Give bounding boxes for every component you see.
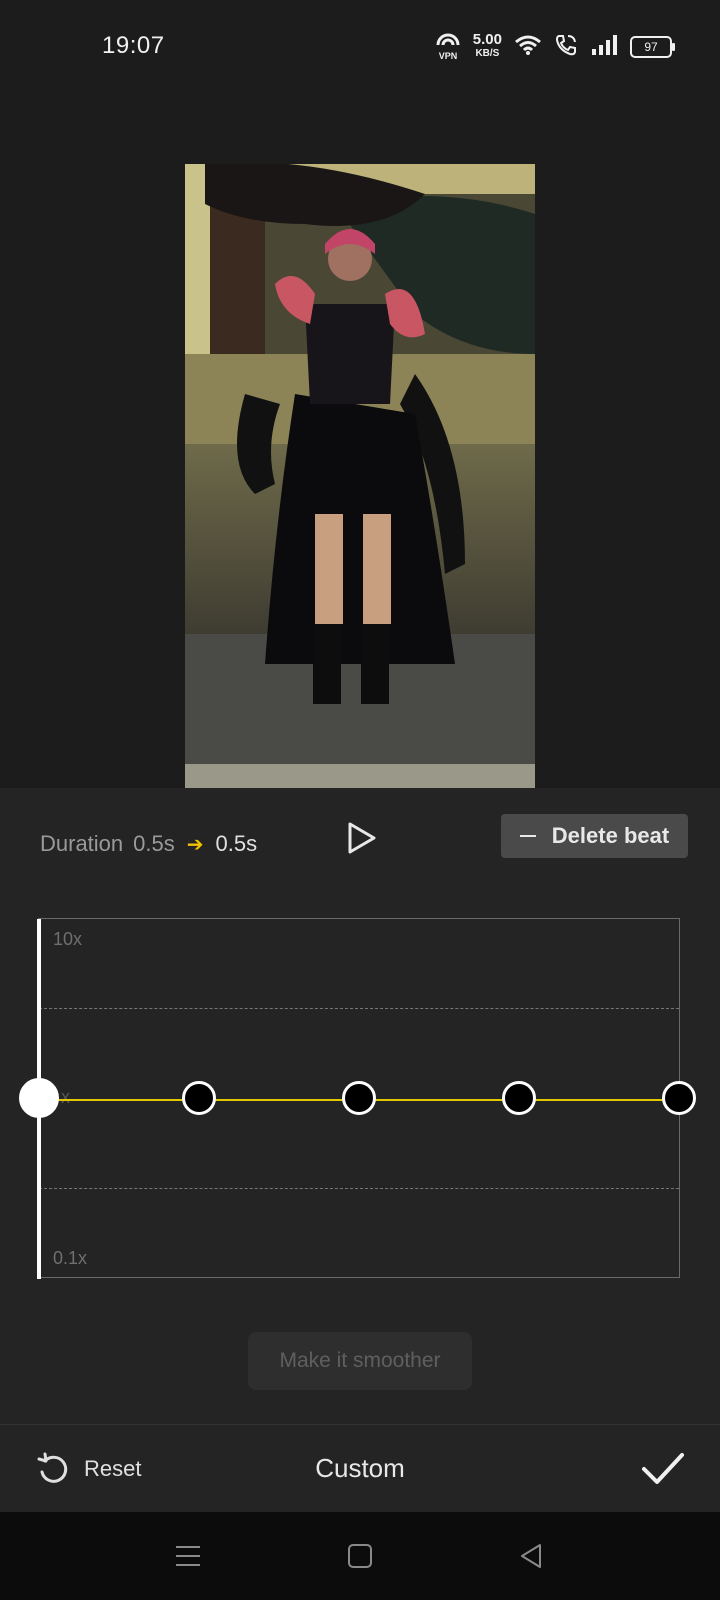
make-smoother-label: Make it smoother <box>279 1349 441 1372</box>
delete-beat-button[interactable]: Delete beat <box>501 814 688 858</box>
beat-point-2[interactable] <box>182 1081 216 1115</box>
status-time: 19:07 <box>102 32 165 59</box>
back-icon[interactable] <box>516 1540 548 1572</box>
graph-label-max: 10x <box>53 929 83 949</box>
arrow-right-icon: ➔ <box>186 833 204 856</box>
grid-line-upper <box>39 1008 679 1009</box>
net-speed: 5.00 KB/S <box>472 31 502 61</box>
status-icons: VPN 5.00 KB/S 97 <box>435 30 675 64</box>
beat-point-1[interactable] <box>19 1078 59 1118</box>
speed-curve-panel: Duration 0.5s ➔ 0.5s Delete beat 10x x 0… <box>0 788 720 1424</box>
battery-level: 97 <box>644 40 658 54</box>
vpn-label: VPN <box>439 51 458 61</box>
grid-line-lower <box>39 1188 679 1189</box>
duration-info: Duration 0.5s ➔ 0.5s <box>40 824 257 864</box>
make-smoother-button[interactable]: Make it smoother <box>248 1332 472 1390</box>
graph-label-mid: x <box>61 1087 70 1107</box>
vpn-icon: VPN <box>435 32 461 62</box>
graph-label-min: 0.1x <box>53 1248 88 1268</box>
beat-point-4[interactable] <box>502 1081 536 1115</box>
bottom-bar: Reset Custom <box>0 1424 720 1513</box>
confirm-button[interactable] <box>640 1449 686 1489</box>
play-icon <box>348 822 376 854</box>
speed-curve-graph[interactable]: 10x x 0.1x <box>19 918 696 1279</box>
wifi-call-icon <box>554 33 578 62</box>
duration-new: 0.5s <box>215 831 258 856</box>
minus-icon <box>519 835 536 837</box>
signal-icon <box>590 34 618 61</box>
system-nav-bar <box>0 1512 720 1600</box>
duration-label: Duration <box>40 831 124 856</box>
menu-icon[interactable] <box>172 1540 204 1572</box>
video-preview[interactable] <box>185 164 535 788</box>
screen: 19:07 VPN 5.00 KB/S 97 Duration 0.5s ➔ 0… <box>0 0 720 1600</box>
net-speed-value: 5.00 <box>472 31 502 48</box>
battery-icon: 97 <box>630 36 675 58</box>
net-speed-unit: KB/S <box>475 48 500 59</box>
beat-point-5[interactable] <box>662 1081 696 1115</box>
wifi-icon <box>514 34 542 61</box>
check-icon <box>642 1453 684 1484</box>
mode-title: Custom <box>315 1453 405 1483</box>
home-icon[interactable] <box>344 1540 376 1572</box>
beat-point-3[interactable] <box>342 1081 376 1115</box>
status-bar: 19:07 VPN 5.00 KB/S 97 <box>0 0 720 96</box>
play-button[interactable] <box>344 818 380 858</box>
preview-area <box>0 96 720 788</box>
delete-beat-label: Delete beat <box>551 823 670 848</box>
duration-old: 0.5s <box>133 831 175 856</box>
